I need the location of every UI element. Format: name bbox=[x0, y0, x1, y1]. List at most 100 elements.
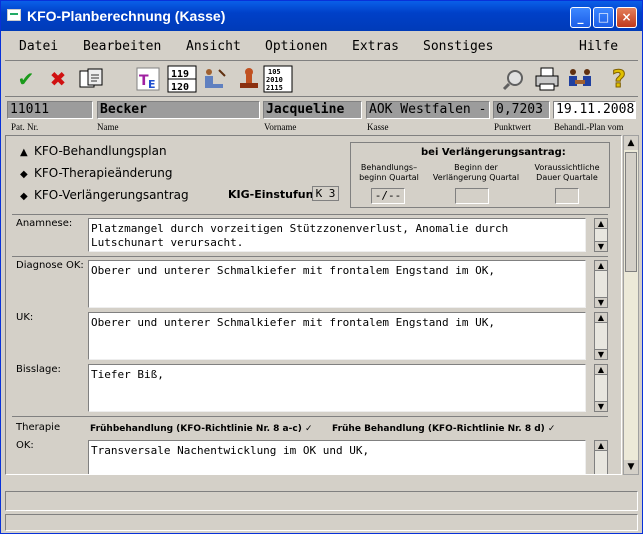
magnifier-icon[interactable] bbox=[501, 65, 529, 93]
bisslage-label: Bisslage: bbox=[16, 364, 61, 375]
printer-icon[interactable] bbox=[533, 65, 561, 93]
checkmark-icon: ✓ bbox=[547, 424, 556, 434]
number-list-icon[interactable]: 105 2010 2115 bbox=[263, 65, 293, 93]
window-title: KFO-Planberechnung (Kasse) bbox=[27, 8, 226, 24]
scroll-down-icon[interactable]: ▼ bbox=[595, 349, 607, 359]
scroll-up-icon[interactable]: ▲ bbox=[595, 365, 607, 375]
punktwert-field[interactable]: 0,7203 bbox=[493, 101, 550, 119]
kig-value[interactable]: K 3 bbox=[312, 186, 339, 201]
radio-icon: ◆ bbox=[20, 191, 28, 202]
caption-punktwert: Punktwert bbox=[494, 122, 531, 132]
main-panel: ▲ KFO-Behandlungsplan ◆ KFO-Therapieänderu… bbox=[5, 135, 622, 475]
dentist-chair-icon[interactable] bbox=[201, 65, 231, 93]
document-edit-icon[interactable] bbox=[77, 65, 105, 93]
scroll-down-icon[interactable]: ▼ bbox=[595, 297, 607, 307]
section-divider bbox=[12, 214, 608, 215]
tex-document-icon[interactable]: TE bbox=[135, 65, 163, 93]
extension-col-start: Beginn der Verlängerung Quartal bbox=[432, 163, 520, 182]
svg-text:E: E bbox=[148, 78, 156, 91]
patient-vorname-field[interactable]: Jacqueline bbox=[263, 101, 362, 119]
minimize-button[interactable]: _ bbox=[570, 7, 591, 28]
radio-selected-icon: ▲ bbox=[20, 147, 28, 158]
people-icon[interactable] bbox=[565, 65, 595, 93]
svg-text:2010: 2010 bbox=[266, 76, 283, 84]
caption-datum: Behandl.-Plan vom bbox=[554, 122, 624, 132]
help-icon[interactable]: ? bbox=[607, 65, 631, 94]
anamnese-scrollbar[interactable]: ▲ ▼ bbox=[594, 218, 608, 252]
extension-col-begin: Behandlungs– beginn Quartal bbox=[359, 163, 419, 182]
stamp-icon[interactable] bbox=[235, 65, 263, 93]
scroll-down-icon[interactable]: ▼ bbox=[624, 460, 638, 474]
svg-text:120: 120 bbox=[171, 82, 189, 93]
menu-datei[interactable]: Datei bbox=[19, 39, 58, 54]
main-scrollbar[interactable]: ▲ ▼ bbox=[623, 135, 639, 475]
caption-nr: Pat. Nr. bbox=[11, 122, 39, 132]
extension-title: bei Verlängerungsantrag: bbox=[421, 147, 566, 158]
anamnese-label: Anamnese: bbox=[16, 218, 73, 229]
section-divider bbox=[12, 416, 608, 417]
extension-quarter-input[interactable] bbox=[455, 188, 489, 204]
plan-date-field[interactable]: 19.11.2008 bbox=[553, 101, 636, 119]
diagnose-ok-scrollbar[interactable]: ▲ ▼ bbox=[594, 260, 608, 308]
bisslage-scrollbar[interactable]: ▲ ▼ bbox=[594, 364, 608, 412]
option-therapieaenderung[interactable]: ◆ KFO-Therapieänderung bbox=[20, 166, 172, 180]
close-button[interactable]: × bbox=[616, 7, 637, 28]
extension-box: bei Verlängerungsantrag: Behandlungs– be… bbox=[350, 142, 610, 208]
anamnese-textarea[interactable]: Platzmangel durch vorzeitigen Stützzonen… bbox=[88, 218, 586, 252]
app-icon bbox=[7, 9, 21, 21]
option-fruehe-behandlung[interactable]: Frühe Behandlung (KFO-Richtlinie Nr. 8 d… bbox=[332, 424, 555, 434]
scroll-up-icon[interactable]: ▲ bbox=[595, 313, 607, 323]
caption-name: Name bbox=[97, 122, 119, 132]
svg-text:2115: 2115 bbox=[266, 84, 283, 92]
diagnose-ok-textarea[interactable]: Oberer und unterer Schmalkiefer mit fron… bbox=[88, 260, 586, 308]
begin-quarter-input[interactable]: -/-- bbox=[371, 188, 405, 204]
menu-bearbeiten[interactable]: Bearbeiten bbox=[83, 39, 161, 54]
kig-label: KIG-Einstufung bbox=[228, 188, 322, 201]
menu-extras[interactable]: Extras bbox=[352, 39, 399, 54]
status-bar bbox=[5, 491, 638, 511]
patient-name-field[interactable]: Becker bbox=[97, 101, 260, 119]
menu-optionen[interactable]: Optionen bbox=[265, 39, 328, 54]
patient-nr-field[interactable]: 11011 bbox=[7, 101, 93, 119]
svg-text:119: 119 bbox=[171, 69, 189, 80]
therapie-label: Therapie bbox=[16, 422, 61, 433]
scroll-thumb[interactable] bbox=[625, 152, 637, 272]
uk-textarea[interactable]: Oberer und unterer Schmalkiefer mit fron… bbox=[88, 312, 586, 360]
therapie-ok-textarea[interactable]: Transversale Nachentwicklung im OK und U… bbox=[88, 440, 586, 474]
duration-input[interactable] bbox=[555, 188, 579, 204]
menu-hilfe[interactable]: Hilfe bbox=[579, 39, 618, 54]
radio-icon: ◆ bbox=[20, 169, 28, 180]
maximize-button[interactable]: □ bbox=[593, 7, 614, 28]
therapie-ok-label: OK: bbox=[16, 440, 34, 451]
bisslage-textarea[interactable]: Tiefer Biß, bbox=[88, 364, 586, 412]
scroll-down-icon[interactable]: ▼ bbox=[595, 401, 607, 411]
kasse-field[interactable]: AOK Westfalen - bbox=[366, 101, 490, 119]
extension-col-duration: Voraussichtliche Dauer Quartale bbox=[534, 163, 600, 182]
svg-text:105: 105 bbox=[268, 68, 281, 76]
option-behandlungsplan[interactable]: ▲ KFO-Behandlungsplan bbox=[20, 144, 167, 158]
menu-bar: Datei Bearbeiten Ansicht Optionen Extras… bbox=[5, 33, 638, 61]
menu-sonstiges[interactable]: Sonstiges bbox=[423, 39, 493, 54]
uk-scrollbar[interactable]: ▲ ▼ bbox=[594, 312, 608, 360]
therapie-scrollbar[interactable]: ▲ bbox=[594, 440, 608, 474]
caption-kasse: Kasse bbox=[367, 122, 389, 132]
toolbar: ✔ ✖ TE 119 120 105 2010 2115 ? bbox=[5, 61, 638, 97]
cross-icon[interactable]: ✖ bbox=[45, 65, 71, 93]
scroll-down-icon[interactable]: ▼ bbox=[595, 241, 607, 251]
check-icon[interactable]: ✔ bbox=[13, 65, 39, 93]
menu-ansicht[interactable]: Ansicht bbox=[186, 39, 241, 54]
scroll-up-icon[interactable]: ▲ bbox=[624, 136, 638, 150]
scroll-up-icon[interactable]: ▲ bbox=[595, 219, 607, 229]
scroll-up-icon[interactable]: ▲ bbox=[595, 261, 607, 271]
title-bar[interactable]: KFO-Planberechnung (Kasse) _ □ × bbox=[1, 1, 642, 31]
calendar-119-120-icon[interactable]: 119 120 bbox=[167, 65, 197, 93]
caption-vorname: Vorname bbox=[264, 122, 297, 132]
patient-header: 11011 Becker Jacqueline AOK Westfalen - … bbox=[5, 99, 638, 137]
scroll-up-icon[interactable]: ▲ bbox=[595, 441, 607, 451]
diagnose-ok-label: Diagnose OK: bbox=[16, 260, 84, 271]
status-bar-secondary bbox=[5, 514, 638, 531]
section-divider bbox=[12, 256, 608, 257]
option-verlaengerungsantrag[interactable]: ◆ KFO-Verlängerungsantrag bbox=[20, 188, 189, 202]
option-fruehbehandlung[interactable]: Frühbehandlung (KFO-Richtlinie Nr. 8 a-c… bbox=[90, 424, 313, 434]
uk-label: UK: bbox=[16, 312, 34, 323]
